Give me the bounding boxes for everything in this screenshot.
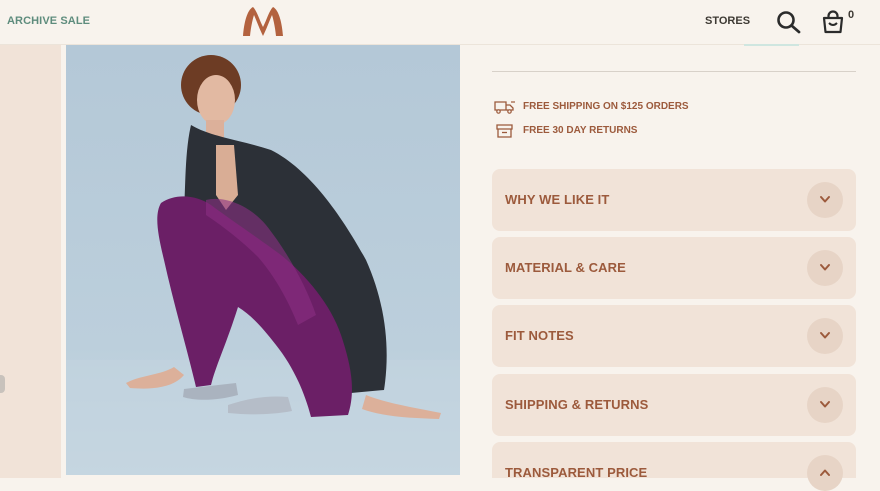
search-icon[interactable] (776, 10, 802, 34)
chevron-down-icon[interactable] (807, 318, 843, 354)
perk-text: FREE SHIPPING ON $125 ORDERS (523, 101, 689, 112)
delivery-truck-icon (494, 99, 516, 115)
archive-sale-link[interactable]: ARCHIVE SALE (7, 15, 90, 27)
accordion-material-care[interactable]: MATERIAL & CARE (492, 237, 856, 299)
shopping-bag-icon[interactable] (820, 9, 846, 35)
return-box-icon (494, 123, 516, 139)
model-photo (66, 45, 460, 475)
brand-logo-icon[interactable] (242, 5, 284, 37)
perk-text: FREE 30 DAY RETURNS (523, 125, 638, 136)
accordion-title: MATERIAL & CARE (505, 260, 626, 275)
site-header: ARCHIVE SALE STORES 0 (0, 0, 880, 45)
stores-link[interactable]: STORES (705, 15, 750, 27)
accordion-why-we-like-it[interactable]: WHY WE LIKE IT (492, 169, 856, 231)
size-guide-underline (744, 44, 799, 46)
accordion-title: FIT NOTES (505, 328, 574, 343)
section-divider (492, 71, 856, 72)
product-image[interactable] (66, 45, 460, 475)
chevron-up-icon[interactable] (807, 455, 843, 491)
chevron-down-icon[interactable] (807, 182, 843, 218)
accordion-transparent-price[interactable]: TRANSPARENT PRICE (492, 442, 856, 491)
cart-count-badge: 0 (848, 9, 855, 21)
accordion-fit-notes[interactable]: FIT NOTES (492, 305, 856, 367)
chevron-down-icon[interactable] (807, 250, 843, 286)
accordion-title: SHIPPING & RETURNS (505, 397, 649, 412)
chevron-down-icon[interactable] (807, 387, 843, 423)
previous-image-edge (0, 375, 5, 393)
accordion-shipping-returns[interactable]: SHIPPING & RETURNS (492, 374, 856, 436)
accordion-title: WHY WE LIKE IT (505, 192, 610, 207)
gallery-previous-image[interactable] (0, 45, 61, 478)
